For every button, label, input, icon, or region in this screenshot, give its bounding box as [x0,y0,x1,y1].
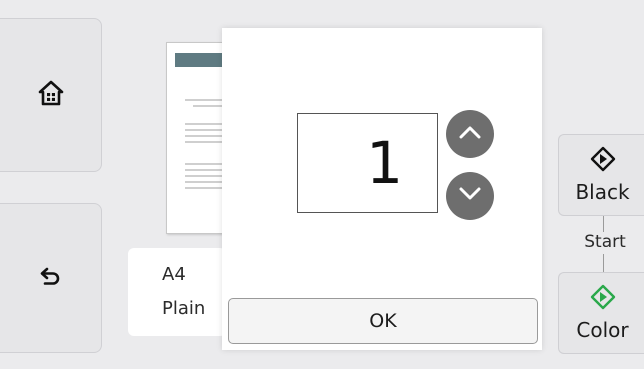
start-diamond-icon [590,146,616,176]
ok-button[interactable]: OK [228,298,538,344]
start-connector-top [603,216,604,232]
home-button[interactable] [0,18,102,172]
black-start-button[interactable]: Black [558,134,644,216]
paper-type-label: Plain [162,298,206,319]
color-start-label: Color [576,318,629,342]
document-preview [166,42,226,234]
start-connector-bottom [603,254,604,272]
start-label: Start [577,232,633,252]
back-arrow-icon [39,266,63,290]
chevron-up-icon [458,124,482,144]
decrease-copies-button[interactable] [446,172,494,220]
black-start-label: Black [575,180,630,204]
increase-copies-button[interactable] [446,110,494,158]
home-icon [38,80,64,110]
copies-count-field[interactable]: 1 [297,113,438,213]
back-button[interactable] [0,203,102,353]
paper-size-label: A4 [162,264,186,285]
paper-settings-panel[interactable]: A4 Plain [128,248,226,336]
chevron-down-icon [458,186,482,206]
start-diamond-icon [590,284,616,314]
color-start-button[interactable]: Color [558,272,644,354]
copies-dialog: 1 OK [222,28,542,350]
